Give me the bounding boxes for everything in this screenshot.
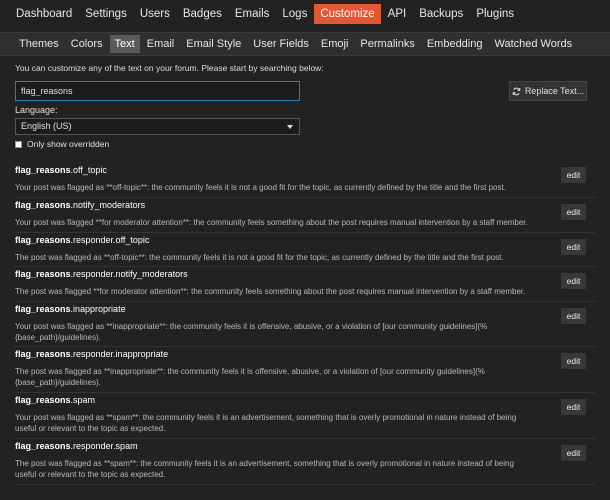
text-entry-row: flag_reasons.off_topic Your post was flag… — [15, 163, 595, 198]
text-entry-row: flag_reasons.spam Your post was flagged a… — [15, 393, 595, 439]
entry-key-match: flag_reasons — [15, 269, 71, 279]
entry-value: Your post was flagged as **spam**: the c… — [15, 413, 517, 433]
only-overridden-toggle[interactable]: Only show overridden — [15, 139, 109, 149]
customize-sub-nav: Themes Colors Text Email Email Style User Fie… — [0, 32, 610, 56]
entry-key: flag_reasons.spam — [15, 393, 595, 406]
text-entry-row: flag_reasons.responder.spam The post was … — [15, 439, 595, 485]
entry-key-match: flag_reasons — [15, 349, 71, 359]
entry-value: Your post was flagged **for moderator at… — [15, 218, 528, 227]
tab-email[interactable]: Email — [142, 35, 180, 53]
edit-button[interactable]: edit — [561, 239, 586, 255]
search-input[interactable] — [15, 81, 300, 101]
edit-button[interactable]: edit — [561, 399, 586, 415]
edit-button[interactable]: edit — [561, 204, 586, 220]
intro-text: You can customize any of the text on you… — [15, 63, 324, 73]
edit-button[interactable]: edit — [561, 308, 586, 324]
entry-key-match: flag_reasons — [15, 304, 71, 314]
entry-key-suffix: .off_topic — [70, 165, 107, 175]
language-label: Language: — [15, 105, 58, 115]
top-nav-api[interactable]: API — [382, 4, 413, 24]
entry-value: Your post was flagged as **off-topic**: … — [15, 183, 506, 192]
edit-button[interactable]: edit — [561, 167, 586, 183]
entry-value: The post was flagged **for moderator att… — [15, 287, 526, 296]
tab-embedding[interactable]: Embedding — [422, 35, 488, 53]
top-nav-plugins[interactable]: Plugins — [470, 4, 520, 24]
top-nav-users[interactable]: Users — [134, 4, 176, 24]
top-nav-badges[interactable]: Badges — [177, 4, 228, 24]
entry-key: flag_reasons.responder.notify_moderators — [15, 267, 595, 280]
entry-key-match: flag_reasons — [15, 235, 71, 245]
text-entries-list: flag_reasons.off_topic Your post was flag… — [15, 163, 595, 485]
chevron-down-icon — [287, 125, 293, 129]
language-select[interactable]: English (US) — [15, 118, 300, 135]
tab-user-fields[interactable]: User Fields — [248, 35, 314, 53]
tab-text[interactable]: Text — [109, 35, 140, 53]
tab-permalinks[interactable]: Permalinks — [355, 35, 419, 53]
entry-value: The post was flagged as **inappropriate*… — [15, 367, 485, 387]
entry-key-match: flag_reasons — [15, 441, 71, 451]
entry-key-suffix: .responder.spam — [70, 441, 138, 451]
tab-emoji[interactable]: Emoji — [316, 35, 354, 53]
entry-key-suffix: .inappropriate — [70, 304, 126, 314]
entry-key-suffix: .responder.notify_moderators — [70, 269, 188, 279]
entry-key-match: flag_reasons — [15, 165, 71, 175]
text-entry-row: flag_reasons.responder.notify_moderators… — [15, 267, 595, 302]
entry-key: flag_reasons.responder.off_topic — [15, 233, 595, 246]
entry-key: flag_reasons.responder.inappropriate — [15, 347, 595, 360]
only-overridden-checkbox[interactable] — [15, 140, 22, 148]
entry-key-match: flag_reasons — [15, 395, 71, 405]
top-nav-logs[interactable]: Logs — [276, 4, 313, 24]
tab-themes[interactable]: Themes — [14, 35, 64, 53]
entry-key: flag_reasons.notify_moderators — [15, 198, 595, 211]
replace-text-label: Replace Text... — [524, 86, 585, 96]
top-nav-backups[interactable]: Backups — [413, 4, 469, 24]
entry-key: flag_reasons.inappropriate — [15, 302, 595, 315]
admin-top-nav: Dashboard Settings Users Badges Emails Logs Cu… — [0, 0, 610, 27]
entry-key: flag_reasons.off_topic — [15, 163, 595, 176]
top-nav-customize[interactable]: Customize — [314, 3, 381, 24]
replace-text-button[interactable]: Replace Text... — [509, 81, 587, 101]
entry-key: flag_reasons.responder.spam — [15, 439, 595, 452]
edit-button[interactable]: edit — [561, 353, 586, 369]
tab-colors[interactable]: Colors — [66, 35, 108, 53]
entry-key-suffix: .responder.inappropriate — [70, 349, 169, 359]
entry-key-suffix: .spam — [70, 395, 96, 405]
entry-value: The post was flagged as **off-topic**: t… — [15, 253, 504, 262]
text-entry-row: flag_reasons.notify_moderators Your post … — [15, 198, 595, 233]
edit-button[interactable]: edit — [561, 273, 586, 289]
top-nav-emails[interactable]: Emails — [229, 4, 276, 24]
language-selected-value: English (US) — [21, 121, 72, 131]
only-overridden-label: Only show overridden — [27, 139, 110, 149]
text-entry-row: flag_reasons.responder.off_topic The post… — [15, 233, 595, 267]
entry-value: The post was flagged as **spam**: the co… — [15, 459, 514, 479]
entry-key-suffix: .responder.off_topic — [70, 235, 150, 245]
tab-email-style[interactable]: Email Style — [181, 35, 246, 53]
tab-watched-words[interactable]: Watched Words — [489, 35, 577, 53]
refresh-icon — [512, 87, 521, 95]
text-entry-row: flag_reasons.responder.inappropriate The … — [15, 347, 595, 393]
entry-value: Your post was flagged as **inappropriate… — [15, 322, 488, 342]
entry-key-suffix: .notify_moderators — [70, 200, 146, 210]
top-nav-dashboard[interactable]: Dashboard — [10, 4, 78, 24]
top-nav-settings[interactable]: Settings — [79, 4, 133, 24]
text-entry-row: flag_reasons.inappropriate Your post was … — [15, 302, 595, 347]
edit-button[interactable]: edit — [561, 445, 586, 461]
entry-key-match: flag_reasons — [15, 200, 71, 210]
